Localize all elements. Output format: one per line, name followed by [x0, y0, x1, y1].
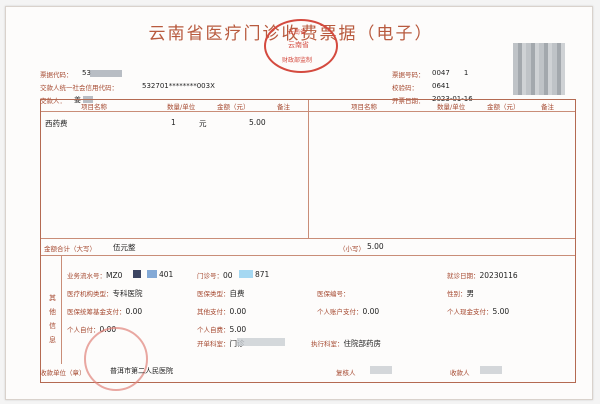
total-num-value: 5.00 [367, 242, 384, 251]
finance-supervision-seal: 云南省 云南省 财政部监制 [264, 19, 338, 73]
side-label-xin: 信 [49, 322, 56, 330]
col-header-remark: 备注 [277, 103, 290, 111]
total-num-label: （小写） [339, 245, 365, 253]
clinic-no-label: 门诊号： [197, 272, 223, 280]
reviewer-label: 复核人 [336, 369, 356, 377]
pool-pay-value: 0.00 [125, 307, 143, 316]
other-pay-value: 0.00 [229, 307, 247, 316]
bill-code-label: 票据代码： [40, 71, 73, 79]
ins-type-label: 医保类型： [197, 290, 230, 298]
col-header-amount: 金额（元） [217, 103, 250, 111]
self-pay-label: 个人自付： [67, 326, 100, 334]
col-header-qty-unit-2: 数量/单位 [437, 103, 466, 111]
invoice-page: 云南省医疗门诊收费票据（电子） 云南省 云南省 财政部监制 票据代码： 53 交… [5, 6, 593, 400]
clinic-no-value-b: 871 [255, 270, 270, 279]
redacted-block [237, 338, 285, 346]
row-item-name: 西药费 [45, 119, 68, 128]
side-divider [61, 256, 62, 364]
bill-no-label: 票据号码： [392, 71, 425, 79]
payee-label: 收款单位（章） [40, 369, 86, 377]
payer-credit-label: 交款人统一社会信用代码： [40, 84, 118, 92]
redacted-block [133, 270, 141, 278]
total-words-value: 伍元整 [113, 243, 136, 252]
seal-top-text: 云南省 [288, 29, 307, 36]
gender-label: 性别： [447, 290, 467, 298]
seal-bottom-text: 财政部监制 [282, 57, 313, 64]
total-divider-top [41, 238, 575, 239]
col-header-qty-unit: 数量/单位 [167, 103, 196, 111]
ins-no-label: 医保编号： [317, 290, 350, 298]
self-fee-label: 个人自费： [197, 326, 230, 334]
total-divider-bottom [41, 255, 575, 256]
serial-label: 业务流水号： [67, 272, 106, 280]
exec-dept-label: 执行科室： [311, 340, 344, 348]
center-divider [308, 100, 309, 238]
side-label-qi: 其 [49, 294, 56, 302]
exec-dept-value: 住院部药房 [343, 339, 382, 348]
personal-cash-value: 5.00 [492, 307, 510, 316]
check-code-value: 0641 [432, 82, 450, 90]
ins-type-value: 自费 [229, 289, 245, 298]
side-label-ta: 他 [49, 308, 56, 316]
redacted-block [147, 270, 157, 278]
check-code-label: 校验码： [392, 84, 418, 92]
personal-acct-value: 0.00 [362, 307, 380, 316]
seal-center-text: 云南省 [288, 41, 309, 49]
side-label-xi: 息 [49, 336, 56, 344]
col-header-amount-2: 金额（元） [487, 103, 520, 111]
redacted-block [370, 366, 392, 374]
row-qty: 1 [171, 118, 176, 127]
col-header-item-name: 项目名称 [81, 103, 107, 111]
dept-label: 开单科室： [197, 340, 230, 348]
payee-value: 普洱市第二人民医院 [110, 367, 173, 375]
row-amount: 5.00 [249, 118, 266, 127]
org-type-label: 医疗机构类型： [67, 290, 113, 298]
col-header-remark-2: 备注 [541, 103, 554, 111]
row-unit: 元 [199, 119, 207, 128]
visit-date-label: 就诊日期： [447, 272, 480, 280]
personal-acct-label: 个人账户支付： [317, 308, 363, 316]
clinic-no-value-a: 00 [223, 271, 233, 280]
pool-pay-label: 医保统筹基金支付： [67, 308, 126, 316]
total-words-label: 金额合计（大写） [44, 245, 96, 253]
self-fee-value: 5.00 [229, 325, 247, 334]
visit-date-value: 20230116 [479, 271, 518, 280]
org-type-value: 专科医院 [112, 289, 143, 298]
bill-no-value: 0047 1 [432, 69, 469, 77]
col-header-item-name-2: 项目名称 [351, 103, 377, 111]
serial-value-b: 401 [159, 270, 174, 279]
gender-value: 男 [466, 289, 475, 298]
hospital-seal [84, 327, 148, 391]
redacted-block [480, 366, 502, 374]
payee-person-label: 收款人 [450, 369, 470, 377]
redacted-block [90, 70, 122, 77]
personal-cash-label: 个人现金支付： [447, 308, 493, 316]
other-pay-label: 其他支付： [197, 308, 230, 316]
redacted-block [239, 270, 253, 278]
payer-credit-value: 532701********003X [142, 82, 215, 90]
serial-value-a: MZ0 [106, 271, 123, 280]
qr-code [513, 43, 565, 95]
